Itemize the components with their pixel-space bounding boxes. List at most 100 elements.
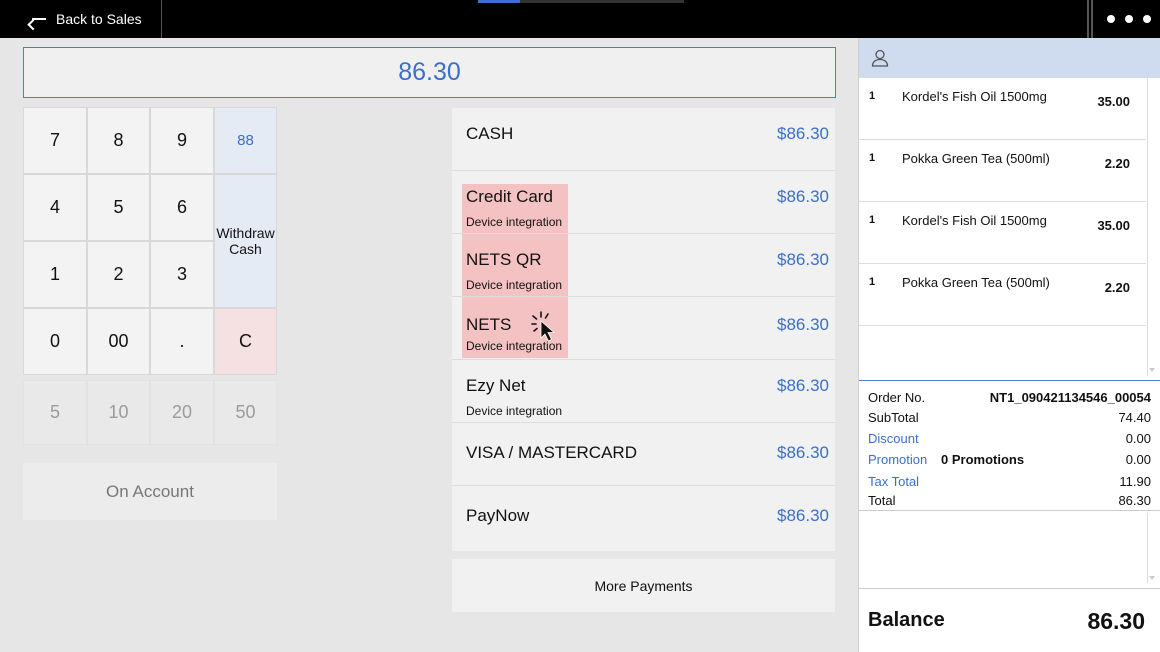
item-qty: 1 [869,214,876,226]
back-to-sales-label: Back to Sales [56,11,142,27]
scroll-down-icon[interactable] [1149,368,1155,372]
payment-name: PayNow [466,506,530,525]
payment-name: NETS QR [466,250,542,269]
key-1[interactable]: 1 [23,241,87,308]
notes-scrollbar[interactable] [1147,513,1148,583]
user-icon [871,49,889,67]
subtotal-row: SubTotal 74.40 [868,410,1151,428]
payment-amount: $86.30 [777,443,829,462]
withdraw-cash-button[interactable]: Withdraw Cash [214,174,277,308]
dot-icon [1124,15,1133,23]
payment-name: Ezy Net [466,376,526,395]
key-3[interactable]: 3 [150,241,214,308]
payment-amount: $86.30 [777,315,829,334]
total-label: Total [868,493,896,508]
payment-amount: $86.30 [777,506,829,525]
payment-credit-card[interactable]: Credit Card Device integration $86.30 [452,171,835,234]
subtotal-value: 74.40 [1118,410,1151,425]
item-price: 35.00 [1097,218,1130,233]
dot-icon [1106,15,1115,23]
item-name: Pokka Green Tea (500ml) [902,275,1050,290]
payment-name: VISA / MASTERCARD [466,443,637,462]
order-item-row[interactable]: 1 Pokka Green Tea (500ml) 2.20 [859,140,1146,202]
payment-amount: $86.30 [777,376,829,395]
subtotal-label: SubTotal [868,410,919,425]
tax-total-link[interactable]: Tax Total [868,474,919,489]
notes-area [859,510,1160,588]
balance-section: Balance 86.30 [859,588,1160,652]
scroll-down-icon[interactable] [1149,576,1155,580]
tax-value: 11.90 [1119,474,1151,489]
order-no-value: NT1_090421134546_00054 [989,390,1151,405]
payment-amount: $86.30 [777,124,829,143]
total-row: Total 86.30 [868,493,1151,511]
key-88[interactable]: 88 [214,107,277,174]
on-account-button[interactable]: On Account [23,463,277,520]
payment-nets-qr[interactable]: NETS QR Device integration $86.30 [452,234,835,297]
payment-cash[interactable]: CASH $86.30 [452,108,835,171]
key-00[interactable]: 00 [87,308,150,375]
payment-ezy-net[interactable]: Ezy Net Device integration $86.30 [452,360,835,423]
order-number-row: Order No. NT1_090421134546_00054 [868,390,1151,408]
key-9[interactable]: 9 [150,107,214,174]
order-no-label: Order No. [868,390,926,405]
discount-row: Discount 0.00 [868,431,1151,449]
key-0[interactable]: 0 [23,308,87,375]
payment-name: NETS [466,315,512,334]
item-price: 2.20 [1104,280,1130,295]
item-list-scrollbar[interactable] [1147,78,1148,376]
total-value: 86.30 [1118,493,1151,508]
balance-label: Balance [868,609,945,631]
item-name: Kordel's Fish Oil 1500mg [902,213,1047,228]
back-arrow-icon [32,18,46,20]
discount-link[interactable]: Discount [868,431,919,446]
item-name: Pokka Green Tea (500ml) [902,151,1050,166]
item-price: 35.00 [1097,94,1130,109]
back-to-sales-button[interactable]: Back to Sales [0,0,162,38]
item-price: 2.20 [1104,156,1130,171]
payment-amount: $86.30 [777,187,829,206]
payment-visa-mastercard[interactable]: VISA / MASTERCARD $86.30 [452,423,835,486]
item-qty: 1 [869,152,876,164]
promotion-value: 0.00 [1125,452,1151,467]
balance-value: 86.30 [1087,608,1145,634]
key-decimal[interactable]: . [150,308,214,375]
order-panel: 1 Kordel's Fish Oil 1500mg 35.00 1 Pokka… [858,38,1160,652]
order-summary: Order No. NT1_090421134546_00054 SubTota… [859,380,1160,510]
key-8[interactable]: 8 [87,107,150,174]
promotion-link[interactable]: Promotion [868,452,927,467]
key-5[interactable]: 5 [87,174,150,241]
amount-input[interactable]: 86.30 [23,47,836,98]
order-item-row[interactable]: 1 Kordel's Fish Oil 1500mg 35.00 [859,78,1146,140]
top-bar: Back to Sales [0,0,1160,38]
top-tab-indicator [478,0,520,3]
customer-bar[interactable] [859,38,1160,78]
discount-value: 0.00 [1125,431,1151,446]
key-6[interactable]: 6 [150,174,214,241]
promotion-count: 0 Promotions [941,452,1025,467]
payment-nets[interactable]: NETS Device integration $86.30 [452,297,835,360]
quick-amount-50[interactable]: 50 [214,380,277,445]
promotion-row: Promotion 0 Promotions 0.00 [868,452,1151,470]
click-cursor-icon [531,311,556,342]
payment-paynow[interactable]: PayNow $86.30 [452,486,835,549]
item-qty: 1 [869,90,876,102]
quick-amount-10[interactable]: 10 [87,380,150,445]
payment-sub: Device integration [466,215,563,229]
more-options-button[interactable] [1097,0,1160,38]
payment-name: Credit Card [466,187,553,206]
tax-row: Tax Total 11.90 [868,474,1151,492]
payment-amount: $86.30 [777,250,829,269]
key-4[interactable]: 4 [23,174,87,241]
payment-sub: Device integration [466,404,563,418]
key-7[interactable]: 7 [23,107,87,174]
clear-button[interactable]: C [214,308,277,375]
key-2[interactable]: 2 [87,241,150,308]
payment-sub: Device integration [466,278,563,292]
quick-amount-20[interactable]: 20 [150,380,214,445]
order-item-row[interactable]: 1 Kordel's Fish Oil 1500mg 35.00 [859,202,1146,264]
more-payments-button[interactable]: More Payments [452,559,835,612]
quick-amount-5[interactable]: 5 [23,380,87,445]
item-qty: 1 [869,276,876,288]
order-item-row[interactable]: 1 Pokka Green Tea (500ml) 2.20 [859,264,1146,326]
